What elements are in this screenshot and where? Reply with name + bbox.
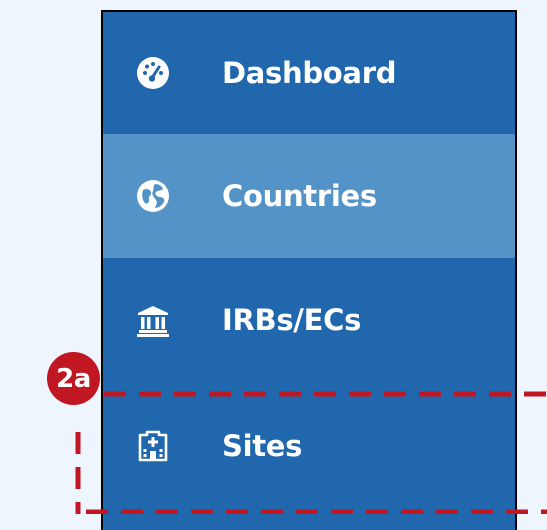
hospital-icon <box>135 428 171 464</box>
sidebar-item-label: Countries <box>222 179 377 213</box>
sidebar-item-countries[interactable]: Countries <box>103 134 515 258</box>
sidebar-nav: Dashboard Countries IRBs/ECs Sites <box>101 10 517 530</box>
sidebar-item-label: Dashboard <box>222 56 397 90</box>
sidebar-item-sites[interactable]: Sites <box>103 382 515 510</box>
dashboard-gauge-icon <box>135 55 171 91</box>
sidebar-item-label: Sites <box>222 429 303 463</box>
sidebar-item-label: IRBs/ECs <box>222 303 362 337</box>
sidebar-item-dashboard[interactable]: Dashboard <box>103 12 515 134</box>
globe-icon <box>135 178 171 214</box>
annotation-badge: 2a <box>47 352 100 405</box>
sidebar-item-irbs-ecs[interactable]: IRBs/ECs <box>103 258 515 382</box>
institution-icon <box>135 302 171 338</box>
